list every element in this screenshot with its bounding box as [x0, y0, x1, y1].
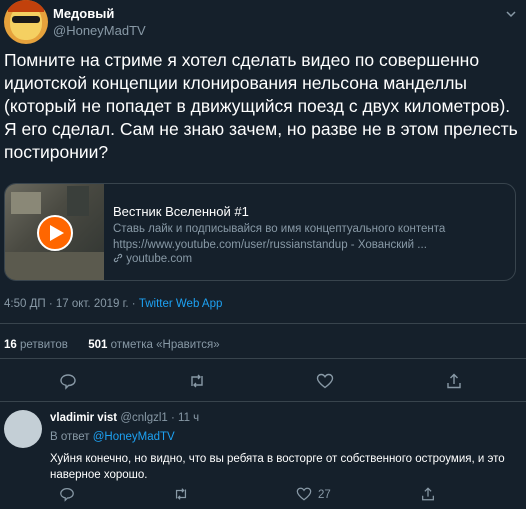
reply-time[interactable]: · 11 ч [171, 412, 199, 424]
link-card[interactable]: Вестник Вселенной #1 Ставь лайк и подпис… [4, 183, 516, 281]
reply-icon[interactable] [59, 486, 75, 502]
tweet-date[interactable]: 17 окт. 2019 г. [56, 298, 129, 310]
retweets-label: ретвитов [20, 339, 68, 351]
reply-to-label: В ответ [50, 431, 90, 443]
card-domain-text: youtube.com [126, 253, 193, 265]
link-icon [113, 253, 123, 263]
tweet-text: Помните на стриме я хотел сделать видео … [4, 50, 518, 162]
play-icon[interactable] [37, 215, 73, 251]
reply-actions: 27 [0, 486, 526, 504]
share-icon[interactable] [445, 372, 463, 390]
reply-avatar[interactable] [4, 410, 42, 448]
meta-separator: · [48, 298, 53, 310]
reply-icon[interactable] [59, 372, 77, 390]
reply-header: vladimir vist @cnlgzl1 · 11 ч [50, 412, 199, 424]
reply-author-handle[interactable]: @cnlgzl1 [120, 412, 167, 424]
like-icon[interactable] [316, 372, 334, 390]
card-description-line: Ставь лайк и подписывайся во имя концепт… [113, 223, 446, 235]
card-description-line: https://www.youtube.com/user/russianstan… [113, 239, 427, 251]
author-name[interactable]: Медовый [53, 6, 114, 21]
divider [0, 358, 526, 359]
likes-count: 501 [88, 339, 108, 351]
card-thumbnail[interactable] [5, 184, 104, 280]
reply-likes-count: 27 [318, 489, 331, 501]
tweet-time[interactable]: 4:50 ДП [4, 298, 46, 310]
author-avatar[interactable] [4, 0, 48, 44]
reply-to-mention[interactable]: @HoneyMadTV [93, 431, 175, 443]
author-handle[interactable]: @HoneyMadTV [53, 23, 146, 38]
card-description: Ставь лайк и подписывайся во имя концепт… [113, 221, 509, 253]
retweet-icon[interactable] [173, 486, 189, 502]
like-icon[interactable] [296, 486, 312, 502]
retweets-stat[interactable]: 16 ретвитов [4, 339, 71, 351]
chevron-down-icon[interactable] [505, 8, 517, 20]
likes-label: отметка «Нравится» [110, 339, 220, 351]
reply-to: В ответ @HoneyMadTV [50, 431, 175, 443]
reply-text: Хуйня конечно, но видно, что вы ребята в… [50, 453, 505, 481]
reply-author-name[interactable]: vladimir vist [50, 412, 117, 424]
tweet-app[interactable]: Twitter Web App [139, 298, 223, 310]
card-title: Вестник Вселенной #1 [113, 204, 249, 219]
retweet-icon[interactable] [188, 372, 206, 390]
divider [0, 323, 526, 324]
retweets-count: 16 [4, 339, 17, 351]
tweet-stats: 16 ретвитов 501 отметка «Нравится» [4, 339, 220, 351]
meta-separator: · [131, 298, 136, 310]
tweet-meta: 4:50 ДП · 17 окт. 2019 г. · Twitter Web … [4, 298, 222, 310]
likes-stat[interactable]: 501 отметка «Нравится» [88, 339, 219, 351]
card-domain: youtube.com [113, 253, 192, 265]
reply-tweet[interactable]: vladimir vist @cnlgzl1 · 11 ч В ответ @H… [0, 402, 526, 509]
share-icon[interactable] [420, 486, 436, 502]
tweet-actions [0, 372, 526, 392]
